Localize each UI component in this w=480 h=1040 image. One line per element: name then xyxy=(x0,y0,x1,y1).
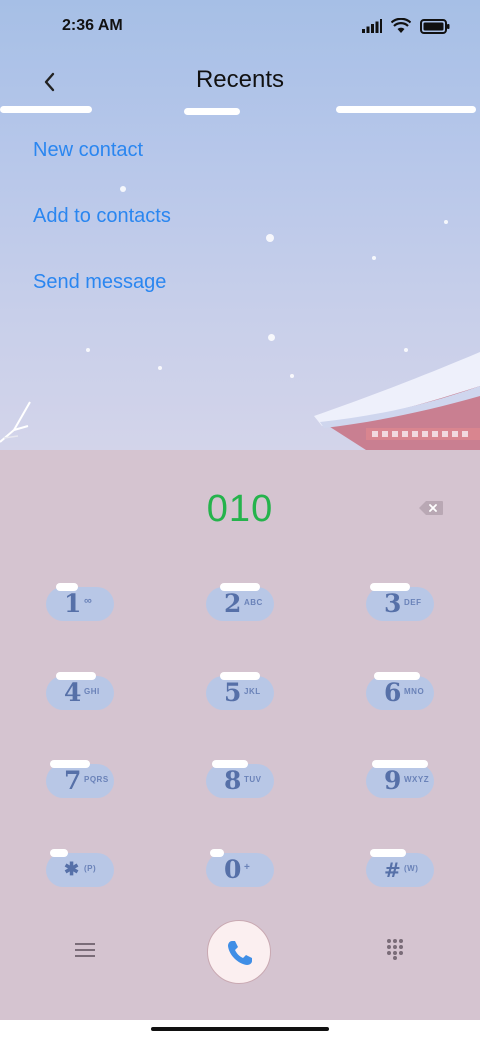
snowflake xyxy=(120,186,126,192)
key-8[interactable]: 8 TUV xyxy=(206,760,274,798)
key-2[interactable]: 2 ABC xyxy=(206,583,274,621)
key-0[interactable]: 0 + xyxy=(206,849,274,887)
key-letters: (P) xyxy=(84,864,97,873)
key-letters: JKL xyxy=(244,687,261,696)
backspace-icon xyxy=(419,501,443,515)
snowflake xyxy=(86,348,90,352)
key-hash[interactable]: # (W) xyxy=(366,849,434,887)
key-digit: 8 xyxy=(224,766,242,795)
key-letters: (W) xyxy=(404,864,419,873)
menu-icon xyxy=(75,943,95,957)
status-icons xyxy=(362,18,450,34)
menu-button[interactable] xyxy=(75,942,95,958)
key-letters: WXYZ xyxy=(404,775,430,784)
key-7[interactable]: 7 PQRS xyxy=(46,760,114,798)
key-3[interactable]: 3 DEF xyxy=(366,583,434,621)
snowflake xyxy=(372,256,376,260)
phone-icon xyxy=(228,941,252,965)
wifi-icon xyxy=(391,18,411,33)
key-5[interactable]: 5 JKL xyxy=(206,672,274,710)
snowflake xyxy=(268,334,275,341)
home-indicator[interactable] xyxy=(151,1027,329,1031)
key-letters: GHI xyxy=(84,687,100,696)
rooftop-illustration xyxy=(314,352,480,450)
key-letters: MNO xyxy=(404,687,425,696)
key-6[interactable]: 6 MNO xyxy=(366,672,434,710)
key-digit: # xyxy=(384,858,401,882)
key-letters: TUV xyxy=(244,775,262,784)
key-digit: 3 xyxy=(384,589,402,618)
key-digit: 0 xyxy=(224,855,242,884)
snowflake xyxy=(266,234,274,242)
key-digit: 4 xyxy=(64,678,82,707)
add-to-contacts-link[interactable]: Add to contacts xyxy=(33,201,171,267)
keypad-icon xyxy=(387,939,403,960)
key-digit: 7 xyxy=(64,766,82,795)
key-digit: 2 xyxy=(224,589,242,618)
key-digit: 5 xyxy=(224,678,242,707)
header: Recents xyxy=(0,56,480,110)
key-1[interactable]: 1 ∞ xyxy=(46,583,114,621)
snow-decoration xyxy=(184,108,240,115)
snow-decoration xyxy=(210,849,224,857)
dialed-number: 010 xyxy=(206,488,274,530)
status-bar: 2:36 AM xyxy=(0,0,480,56)
key-star[interactable]: ✱ (P) xyxy=(46,849,114,887)
key-9[interactable]: 9 WXYZ xyxy=(366,760,434,798)
battery-icon xyxy=(420,18,450,34)
key-digit: ✱ xyxy=(64,859,80,880)
navigation-bar xyxy=(0,1020,480,1040)
key-digit: 1 xyxy=(64,589,82,618)
branch-illustration xyxy=(0,401,31,443)
snow-decoration xyxy=(0,106,92,113)
status-time: 2:36 AM xyxy=(62,17,123,34)
key-digit: 9 xyxy=(384,766,402,795)
dialer-actions xyxy=(0,912,480,992)
snowflake xyxy=(158,366,162,370)
call-button[interactable] xyxy=(207,920,271,984)
key-4[interactable]: 4 GHI xyxy=(46,672,114,710)
snow-decoration xyxy=(370,849,406,857)
page-title: Recents xyxy=(195,66,285,93)
keypad-toggle-button[interactable] xyxy=(386,938,404,960)
snowflake xyxy=(290,374,294,378)
dialer-panel: 010 1 ∞ 2 ABC 3 DEF 4 GHI 5 JKL 6 MNO 7 … xyxy=(0,450,480,1020)
key-letters: PQRS xyxy=(84,775,109,784)
backspace-button[interactable] xyxy=(418,500,444,516)
send-message-link[interactable]: Send message xyxy=(33,267,171,333)
snowflake xyxy=(444,220,448,224)
key-letters: + xyxy=(244,862,251,873)
snow-decoration xyxy=(336,106,476,113)
new-contact-link[interactable]: New contact xyxy=(33,135,171,201)
signal-icon xyxy=(362,19,382,33)
key-letters: ABC xyxy=(244,598,263,607)
voicemail-icon: ∞ xyxy=(84,595,93,607)
key-digit: 6 xyxy=(384,678,402,707)
key-letters: DEF xyxy=(404,598,422,607)
wallpaper-top: 2:36 AM Recents New contact Add to conta… xyxy=(0,0,480,450)
snow-decoration xyxy=(50,849,68,857)
recents-menu: New contact Add to contacts Send message xyxy=(33,135,171,333)
